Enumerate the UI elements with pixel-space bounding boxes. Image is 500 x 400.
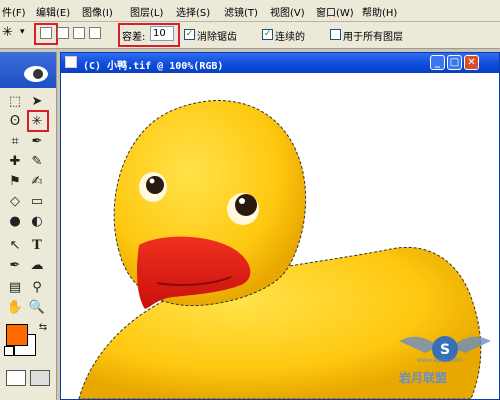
path-selection-tool-icon[interactable]: ↖	[6, 236, 24, 254]
healing-brush-tool-icon[interactable]: ✚	[6, 152, 24, 170]
anti-alias-checkbox[interactable]: ✓	[184, 29, 195, 40]
menu-bar: 件(F) 编辑(E) 图像(I) 图层(L) 选择(S) 滤镜(T) 视图(V)…	[0, 0, 500, 22]
eyedropper-tool-icon[interactable]: ⚲	[28, 278, 46, 296]
tolerance-label: 容差:	[122, 32, 146, 43]
document-window: (C) 小鸭.tif @ 100%(RGB) _ □ ✕ S 岩月联盟 www.…	[60, 52, 500, 400]
history-brush-tool-icon[interactable]: ✍	[28, 172, 46, 190]
intersect-selection-icon[interactable]	[89, 27, 101, 39]
watermark: S 岩月联盟 www.ayuu.com	[395, 323, 495, 397]
brush-tool-icon[interactable]: ✎	[28, 152, 46, 170]
notes-tool-icon[interactable]: ▤	[6, 278, 24, 296]
default-colors-icon[interactable]	[4, 346, 14, 356]
all-layers-label: 用于所有图层	[343, 32, 403, 43]
anti-alias-label: 消除锯齿	[197, 32, 237, 43]
quick-mask-mode-icon[interactable]	[30, 370, 50, 386]
clone-stamp-tool-icon[interactable]: ⚑	[6, 172, 24, 190]
menu-layer[interactable]: 图层(L)	[130, 4, 163, 19]
options-bar: ✳ ▾ 容差: 10 ✓ 消除锯齿 ✓ 连续的 用于所有图层	[0, 22, 500, 49]
add-to-selection-icon[interactable]	[57, 27, 69, 39]
eraser-tool-icon[interactable]: ◇	[6, 192, 24, 210]
close-button[interactable]: ✕	[464, 55, 479, 70]
document-title-bar[interactable]: (C) 小鸭.tif @ 100%(RGB) _ □ ✕	[61, 53, 499, 73]
subtract-from-selection-icon[interactable]	[73, 27, 85, 39]
menu-window[interactable]: 窗口(W)	[316, 4, 354, 19]
swap-colors-icon[interactable]: ⇆	[34, 318, 52, 336]
toolbox-header	[0, 52, 56, 88]
gradient-tool-icon[interactable]: ▭	[28, 192, 46, 210]
new-selection-icon[interactable]	[40, 27, 52, 39]
type-tool-icon[interactable]: T	[28, 236, 46, 254]
menu-edit[interactable]: 编辑(E)	[36, 4, 70, 19]
menu-filter[interactable]: 滤镜(T)	[224, 4, 258, 19]
contiguous-checkbox[interactable]: ✓	[262, 29, 273, 40]
slice-tool-icon[interactable]: ✒	[28, 132, 46, 150]
dodge-tool-icon[interactable]: ◐	[28, 212, 46, 230]
contiguous-label: 连续的	[275, 32, 305, 43]
hand-tool-icon[interactable]: ✋	[6, 298, 24, 316]
photoshop-eye-icon	[24, 66, 48, 82]
watermark-text: 岩月联盟	[399, 371, 448, 385]
document-icon	[65, 56, 77, 68]
lasso-tool-icon[interactable]: ʘ	[6, 112, 24, 130]
winged-logo-icon: S	[399, 336, 491, 362]
shape-tool-icon[interactable]: ☁	[28, 256, 46, 274]
marquee-tool-icon[interactable]: ⬚	[6, 92, 24, 110]
watermark-url: www.ayuu.com	[417, 357, 463, 364]
chevron-down-icon[interactable]: ▾	[20, 27, 25, 41]
blur-tool-icon[interactable]: ●	[6, 212, 24, 230]
svg-text:S: S	[440, 342, 450, 358]
menu-view[interactable]: 视图(V)	[270, 4, 305, 19]
pen-tool-icon[interactable]: ✒	[6, 256, 24, 274]
menu-image[interactable]: 图像(I)	[82, 4, 113, 19]
all-layers-checkbox[interactable]	[330, 29, 341, 40]
image-canvas[interactable]: S 岩月联盟 www.ayuu.com	[61, 73, 499, 399]
foreground-color-swatch[interactable]	[6, 324, 28, 346]
tolerance-input[interactable]: 10	[150, 26, 174, 41]
maximize-button[interactable]: □	[447, 55, 462, 70]
magic-wand-tool-icon[interactable]: ✳	[28, 112, 46, 130]
menu-help[interactable]: 帮助(H)	[362, 4, 397, 19]
toolbox: ⬚ ➤ ʘ ✳ ⌗ ✒ ✚ ✎ ⚑ ✍ ◇ ▭ ● ◐ ↖ T ✒ ☁ ▤ ⚲ …	[0, 52, 57, 400]
zoom-tool-icon[interactable]: 🔍	[28, 298, 46, 316]
move-tool-icon[interactable]: ➤	[28, 92, 46, 110]
standard-mode-icon[interactable]	[6, 370, 26, 386]
menu-select[interactable]: 选择(S)	[176, 4, 210, 19]
menu-file[interactable]: 件(F)	[2, 4, 26, 19]
crop-tool-icon[interactable]: ⌗	[6, 132, 24, 150]
minimize-button[interactable]: _	[430, 55, 445, 70]
document-title: (C) 小鸭.tif @ 100%(RGB)	[83, 61, 224, 72]
magic-wand-preset-icon[interactable]: ✳	[2, 25, 13, 40]
